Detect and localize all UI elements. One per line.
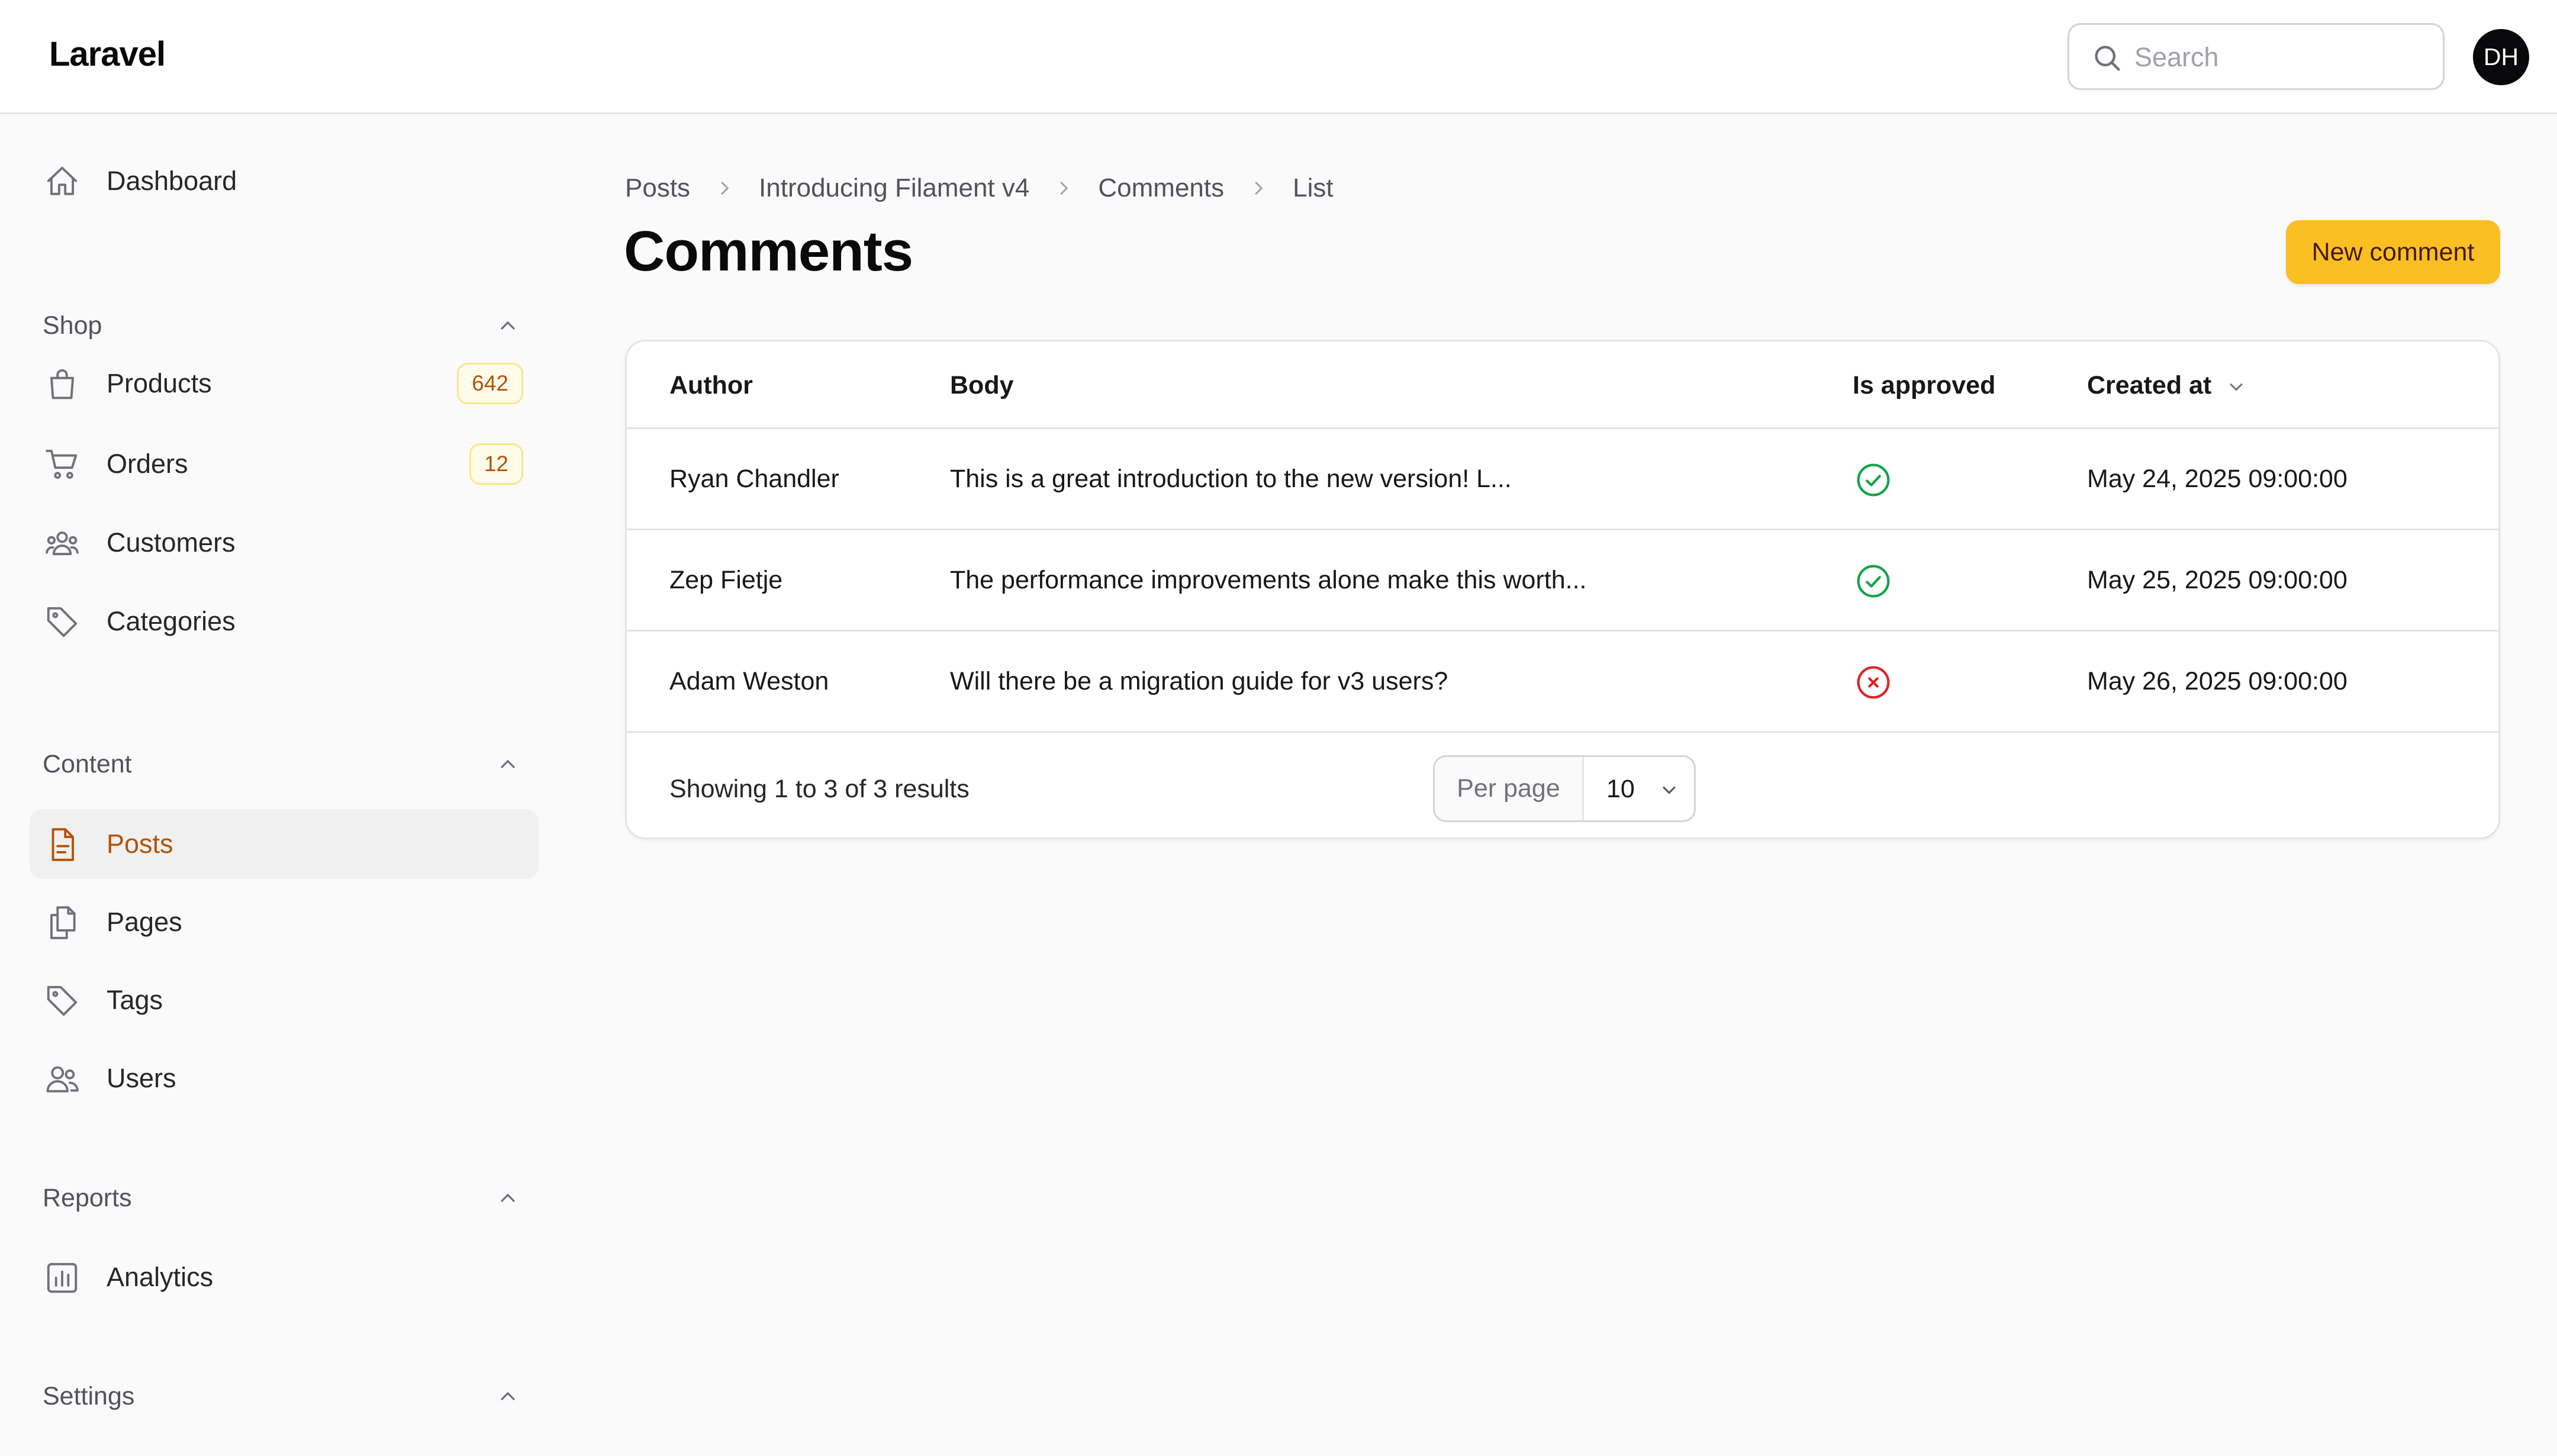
sidebar-item-posts[interactable]: Posts [30, 809, 539, 879]
table-row[interactable]: Ryan Chandler This is a great introducti… [627, 429, 2498, 530]
cell-body: Will there be a migration guide for v3 u… [950, 667, 1448, 695]
sidebar-group-shop[interactable]: Shop [43, 311, 102, 340]
brand-logo[interactable]: Laravel [49, 34, 166, 74]
tag-icon [47, 607, 78, 637]
sidebar-item-categories[interactable]: Categories [30, 587, 539, 656]
column-header-author: Author [669, 371, 753, 400]
sidebar-item-users[interactable]: Users [30, 1043, 539, 1113]
column-header-label: Created at [2087, 371, 2212, 400]
breadcrumb-item-posts[interactable]: Posts [625, 173, 690, 203]
chevron-up-icon[interactable] [496, 1186, 520, 1210]
sidebar-item-pages[interactable]: Pages [30, 887, 539, 957]
sidebar-group-content[interactable]: Content [43, 750, 132, 779]
cell-created-at: May 25, 2025 09:00:00 [2087, 566, 2347, 594]
user-avatar[interactable]: DH [2473, 29, 2529, 85]
sidebar-item-label: Categories [107, 606, 236, 636]
cell-author: Ryan Chandler [669, 465, 839, 493]
sidebar-item-label: Customers [107, 527, 236, 558]
comments-table: Author Body Is approved Created at Ryan … [625, 340, 2500, 839]
sidebar-item-label: Products [107, 368, 212, 398]
chevron-down-icon[interactable] [2226, 376, 2247, 398]
column-header-created-at[interactable]: Created at [2087, 371, 2247, 400]
column-header-body: Body [950, 371, 1014, 400]
chevron-down-icon[interactable] [1658, 779, 1680, 801]
top-bar: Laravel DH [0, 0, 2557, 114]
sidebar: Dashboard Shop Products 642 Orders 12 Cu… [0, 116, 556, 1456]
shopping-bag-icon [50, 369, 75, 400]
sidebar-item-label: Orders [107, 449, 188, 479]
sidebar-item-customers[interactable]: Customers [30, 508, 539, 578]
sidebar-group-settings[interactable]: Settings [43, 1382, 134, 1411]
chevron-up-icon[interactable] [496, 1384, 520, 1408]
chevron-up-icon[interactable] [496, 314, 520, 337]
cell-body: The performance improvements alone make … [950, 566, 1587, 594]
sidebar-item-label: Tags [107, 985, 163, 1015]
sidebar-item-tags[interactable]: Tags [30, 965, 539, 1035]
count-badge: 642 [457, 363, 523, 404]
sidebar-item-orders[interactable]: Orders 12 [30, 429, 539, 499]
table-row[interactable]: Zep Fietje The performance improvements … [627, 530, 2498, 632]
breadcrumb-item-list: List [1293, 173, 1334, 202]
chart-bar-icon [47, 1262, 78, 1293]
sidebar-item-label: Analytics [107, 1262, 214, 1292]
cell-author: Zep Fietje [669, 566, 783, 594]
check-circle-icon [1857, 463, 1890, 497]
x-circle-icon [1857, 666, 1890, 699]
document-duplicate-icon [50, 906, 76, 939]
cell-author: Adam Weston [669, 667, 829, 695]
sidebar-item-label: Posts [107, 829, 173, 859]
search-input[interactable] [2134, 37, 2430, 78]
per-page-label: Per page [1435, 757, 1584, 820]
sidebar-item-products[interactable]: Products 642 [30, 349, 539, 418]
sidebar-item-label: Pages [107, 907, 182, 937]
cell-body: This is a great introduction to the new … [950, 465, 1512, 493]
new-comment-button[interactable]: New comment [2286, 220, 2500, 284]
cell-created-at: May 26, 2025 09:00:00 [2087, 667, 2347, 695]
shopping-cart-icon [46, 449, 78, 479]
home-icon [47, 166, 78, 195]
cell-created-at: May 24, 2025 09:00:00 [2087, 465, 2347, 493]
sidebar-item-analytics[interactable]: Analytics [30, 1242, 539, 1312]
global-search[interactable] [2068, 23, 2445, 90]
check-circle-icon [1857, 565, 1890, 598]
sidebar-item-label: Users [107, 1063, 176, 1093]
search-icon [2095, 46, 2120, 71]
per-page-select[interactable]: Per page 10 [1433, 755, 1696, 822]
sidebar-group-reports[interactable]: Reports [43, 1184, 132, 1213]
sidebar-item-label: Dashboard [107, 166, 237, 196]
tag-icon [47, 985, 78, 1016]
document-text-icon [51, 828, 75, 861]
breadcrumb-item-comments[interactable]: Comments [1098, 173, 1224, 203]
page-title: Comments [624, 220, 913, 283]
user-group-icon [46, 531, 79, 556]
breadcrumb: Posts Introducing Filament v4 Comments L… [625, 170, 1334, 206]
chevron-right-icon [1060, 182, 1068, 195]
pagination-summary: Showing 1 to 3 of 3 results [669, 775, 970, 803]
breadcrumb-item-post[interactable]: Introducing Filament v4 [759, 173, 1029, 203]
sidebar-item-dashboard[interactable]: Dashboard [30, 146, 539, 216]
users-icon [46, 1066, 79, 1093]
count-badge: 12 [469, 443, 523, 485]
chevron-right-icon [1255, 182, 1263, 195]
table-footer: Showing 1 to 3 of 3 results Per page 10 [627, 735, 2498, 837]
per-page-value[interactable]: 10 [1606, 775, 1635, 804]
table-row[interactable]: Adam Weston Will there be a migration gu… [627, 632, 2498, 733]
chevron-right-icon [721, 182, 729, 195]
table-header: Author Body Is approved Created at [627, 342, 2498, 429]
chevron-up-icon[interactable] [496, 752, 520, 776]
column-header-is-approved: Is approved [1853, 371, 1996, 400]
